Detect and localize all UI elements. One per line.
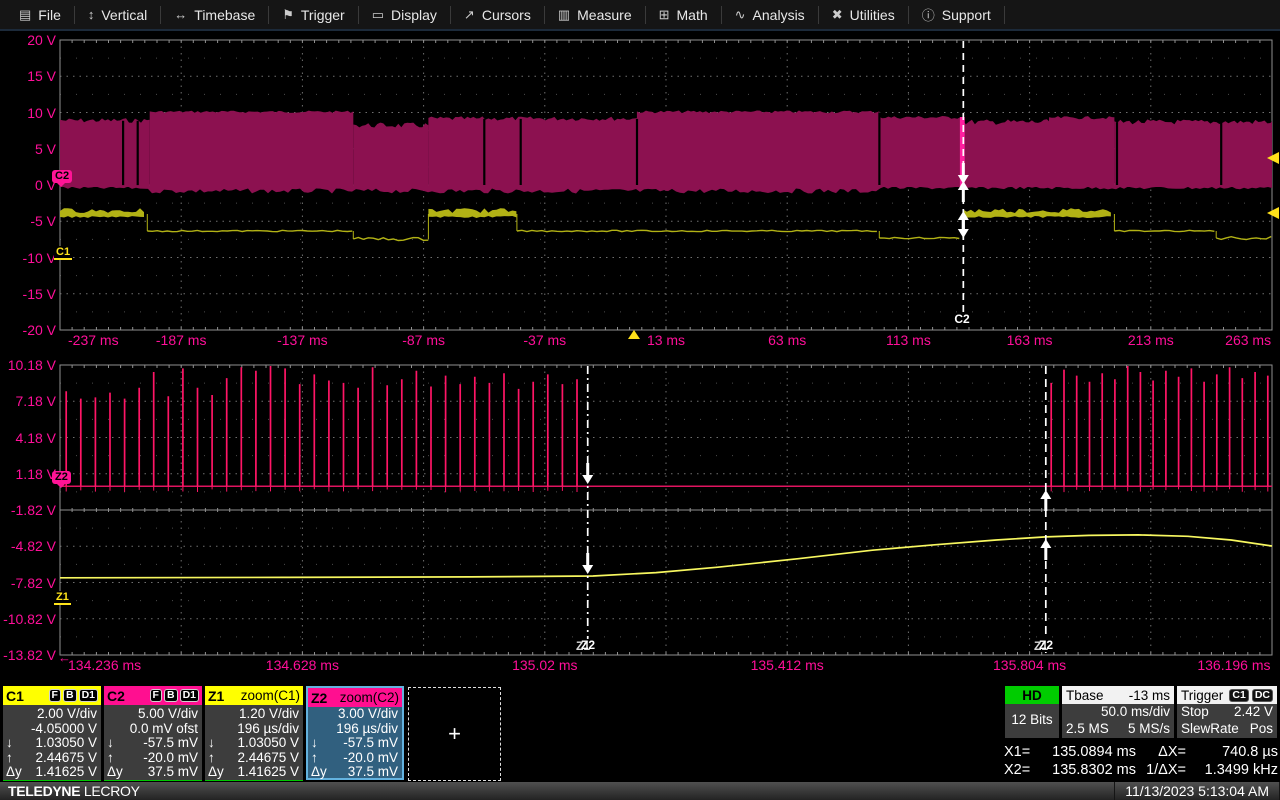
- menu-math[interactable]: ⊞ Math: [646, 0, 721, 29]
- zoom-y-tick-label: -1.82 V: [11, 502, 56, 518]
- clock: 11/13/2023 5:13:04 AM: [1114, 782, 1280, 800]
- x2-label: X2=: [1004, 761, 1040, 779]
- zoom-x-tick-label: 136.196 ms: [1197, 657, 1270, 673]
- vertical-arrows-icon: ↕: [88, 7, 95, 22]
- c2-offset-indicator[interactable]: C2: [52, 170, 72, 183]
- cursor-arrow-icon: ↗: [464, 7, 475, 23]
- main-y-tick-label: -15 V: [23, 286, 56, 302]
- main-y-tick-label: -5 V: [30, 213, 56, 229]
- menu-label: Support: [942, 7, 991, 23]
- menu-cursors[interactable]: ↗ Cursors: [451, 0, 544, 29]
- measure-icon: ▥: [558, 7, 570, 23]
- inv-dx-value: 1.3499 kHz: [1188, 761, 1278, 779]
- zoom-x-tick-label: 134.236 ms: [68, 657, 141, 673]
- trigger-flag-icon: ⚑: [282, 7, 294, 23]
- main-x-tick-label: 63 ms: [768, 332, 806, 348]
- zoom-y-tick-label: 4.18 V: [16, 430, 56, 446]
- zoom-y-tick-label: -4.82 V: [11, 538, 56, 554]
- main-x-tick-label: -187 ms: [156, 332, 207, 348]
- menu-file[interactable]: ▤ File: [6, 0, 74, 29]
- main-x-tick-label: -87 ms: [402, 332, 445, 348]
- horizontal-arrows-icon: ↔: [174, 7, 187, 22]
- x2-cursor-label[interactable]: Z1 Z2: [1037, 639, 1055, 652]
- x2-cursor-label-z2: Z2: [1039, 638, 1053, 652]
- main-y-tick-label: 20 V: [27, 32, 56, 48]
- c1-offset-indicator[interactable]: C1: [54, 246, 72, 260]
- zoom-y-tick-label: 1.18 V: [16, 466, 56, 482]
- teledyne-lecroy-logo: TELEDYNE LECROY: [0, 783, 140, 799]
- menu-label: File: [38, 7, 61, 23]
- dx-value: 740.8 µs: [1188, 743, 1278, 761]
- z1-offset-indicator[interactable]: Z1: [54, 591, 71, 605]
- display-monitor-icon: ▭: [372, 7, 384, 23]
- main-y-tick-label: -20 V: [23, 322, 56, 338]
- menu-label: Timebase: [194, 7, 255, 23]
- zoom-y-tick-label: 10.18 V: [8, 357, 56, 373]
- menu-display[interactable]: ▭ Display: [359, 0, 450, 29]
- analysis-chart-icon: ∿: [735, 7, 746, 23]
- cursor-readout: X1= 135.0894 ms ΔX= 740.8 µs X2= 135.830…: [1004, 743, 1278, 779]
- main-y-tick-label: 10 V: [27, 105, 56, 121]
- menu-utilities[interactable]: ✖ Utilities: [819, 0, 908, 29]
- menu-label: Math: [677, 7, 708, 23]
- support-info-icon: ⓘ: [922, 5, 935, 24]
- main-x-tick-label: 13 ms: [647, 332, 685, 348]
- x1-cursor-label[interactable]: Z1 Z2: [579, 639, 597, 652]
- main-x-tick-label: -237 ms: [68, 332, 119, 348]
- main-y-tick-label: 15 V: [27, 68, 56, 84]
- menu-bar: ▤ File ↕ Vertical ↔ Timebase ⚑ Trigger ▭ Display ↗…: [0, 0, 1280, 31]
- zoom-x-tick-label: 135.02 ms: [512, 657, 577, 673]
- z2-offset-indicator[interactable]: Z2: [52, 471, 71, 484]
- oscilloscope-screen: ▤ File ↕ Vertical ↔ Timebase ⚑ Trigger ▭ Display ↗…: [0, 0, 1280, 800]
- main-x-tick-label: -37 ms: [523, 332, 566, 348]
- menu-label: Utilities: [850, 7, 895, 23]
- x1-label: X1=: [1004, 743, 1040, 761]
- zoom-x-tick-label: 135.412 ms: [751, 657, 824, 673]
- main-x-tick-label: 263 ms: [1225, 332, 1271, 348]
- main-x-tick-label: 163 ms: [1007, 332, 1053, 348]
- menu-trigger[interactable]: ⚑ Trigger: [269, 0, 357, 29]
- main-y-tick-label: -10 V: [23, 250, 56, 266]
- menu-label: Measure: [577, 7, 631, 23]
- menu-label: Vertical: [101, 7, 147, 23]
- grid-overlay: C2 C1 Z2 Z1 C2 Z1 Z2 Z1 Z2 ← 20 V 15 V 10 …: [0, 0, 1280, 800]
- inv-dx-label: 1/ΔX=: [1136, 761, 1188, 779]
- main-y-tick-label: 5 V: [35, 141, 56, 157]
- menu-label: Display: [391, 7, 437, 23]
- menu-label: Trigger: [301, 7, 345, 23]
- file-icon: ▤: [19, 7, 31, 23]
- menu-analysis[interactable]: ∿ Analysis: [722, 0, 818, 29]
- zoom-y-tick-label: -10.82 V: [3, 611, 56, 627]
- menu-measure[interactable]: ▥ Measure: [545, 0, 645, 29]
- x2-value: 135.8302 ms: [1040, 761, 1136, 779]
- utilities-tools-icon: ✖: [832, 7, 843, 23]
- dx-label: ΔX=: [1136, 743, 1188, 761]
- zoom-y-tick-label: -7.82 V: [11, 575, 56, 591]
- menu-vertical[interactable]: ↕ Vertical: [75, 0, 160, 29]
- main-x-tick-label: -137 ms: [277, 332, 328, 348]
- taskbar: TELEDYNE LECROY 11/13/2023 5:13:04 AM: [0, 781, 1280, 800]
- menu-label: Cursors: [482, 7, 531, 23]
- zoom-x-tick-label: 134.628 ms: [266, 657, 339, 673]
- menu-separator: [1004, 6, 1005, 24]
- menu-support[interactable]: ⓘ Support: [909, 0, 1004, 29]
- menu-timebase[interactable]: ↔ Timebase: [161, 0, 268, 29]
- main-cursor-label[interactable]: C2: [952, 313, 971, 326]
- pan-left-arrow-icon[interactable]: ←: [58, 650, 71, 665]
- menu-label: Analysis: [753, 7, 805, 23]
- main-x-tick-label: 213 ms: [1128, 332, 1174, 348]
- main-x-tick-label: 113 ms: [886, 332, 931, 348]
- zoom-x-tick-label: 135.804 ms: [993, 657, 1066, 673]
- zoom-y-tick-label: -13.82 V: [3, 647, 56, 663]
- math-calculator-icon: ⊞: [659, 7, 670, 23]
- x1-value: 135.0894 ms: [1040, 743, 1136, 761]
- x1-cursor-label-z2: Z2: [581, 638, 595, 652]
- zoom-y-tick-label: 7.18 V: [16, 393, 56, 409]
